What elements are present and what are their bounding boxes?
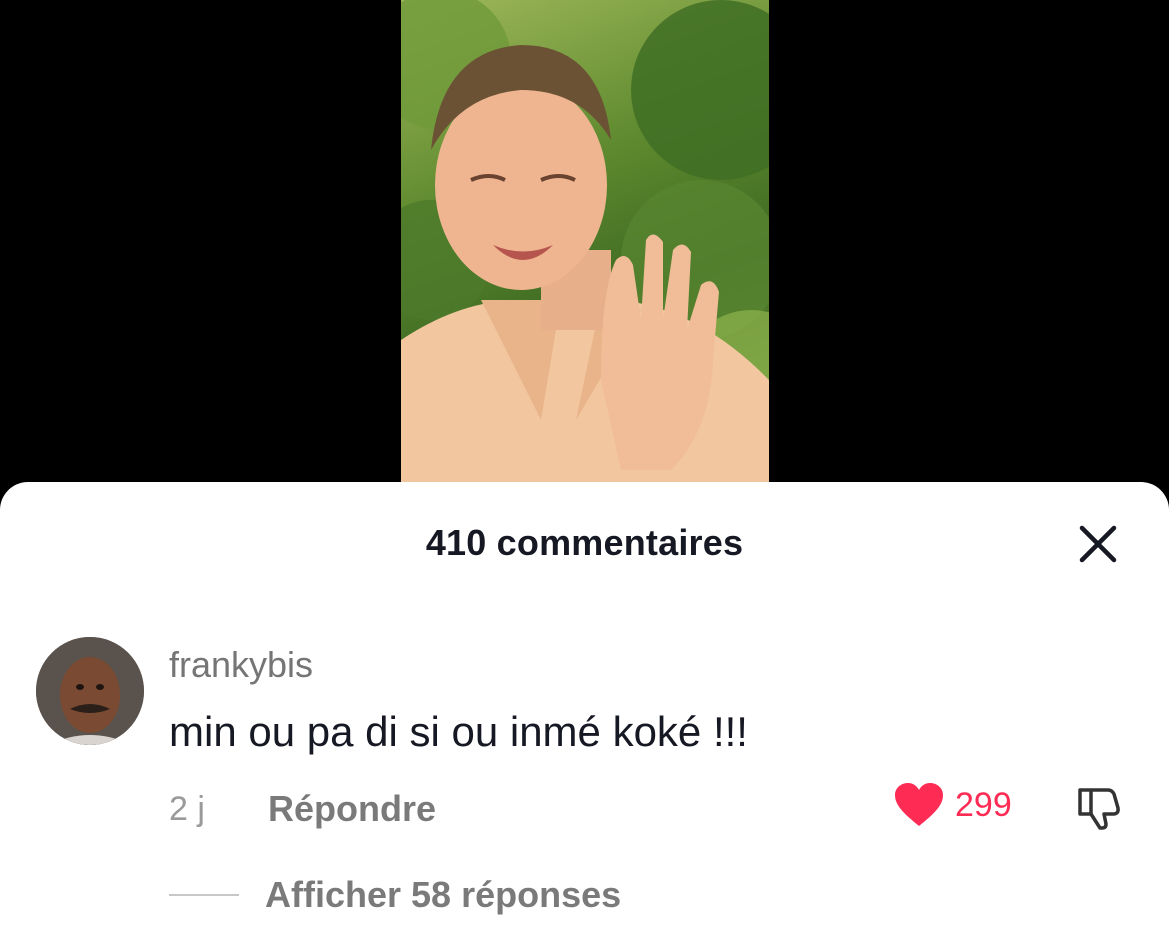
comments-title: 410 commentaires xyxy=(425,522,744,563)
heart-icon xyxy=(895,783,943,826)
comments-sheet: 410 commentaires frankybis min ou pa di … xyxy=(0,482,1169,943)
comment-username[interactable]: frankybis xyxy=(169,644,313,686)
avatar-image xyxy=(36,637,144,745)
app-screen: 410 commentaires frankybis min ou pa di … xyxy=(0,0,1169,943)
view-replies-label: Afficher 58 réponses xyxy=(265,874,622,915)
reply-button[interactable]: Répondre xyxy=(268,788,436,830)
thumbs-down-icon xyxy=(1078,788,1120,830)
dislike-button[interactable] xyxy=(1074,782,1124,832)
like-button[interactable]: 299 xyxy=(893,782,1012,828)
replies-divider xyxy=(169,894,239,896)
view-replies-button[interactable]: Afficher 58 réponses xyxy=(169,874,621,916)
video-player[interactable] xyxy=(401,0,769,500)
close-button[interactable] xyxy=(1072,518,1124,570)
close-icon xyxy=(1079,525,1117,563)
comment-text: min ou pa di si ou inmé koké !!! xyxy=(169,708,748,755)
like-count: 299 xyxy=(955,785,1012,824)
video-frame xyxy=(401,0,769,500)
comment-time: 2 j xyxy=(169,790,205,828)
avatar[interactable] xyxy=(36,637,144,745)
